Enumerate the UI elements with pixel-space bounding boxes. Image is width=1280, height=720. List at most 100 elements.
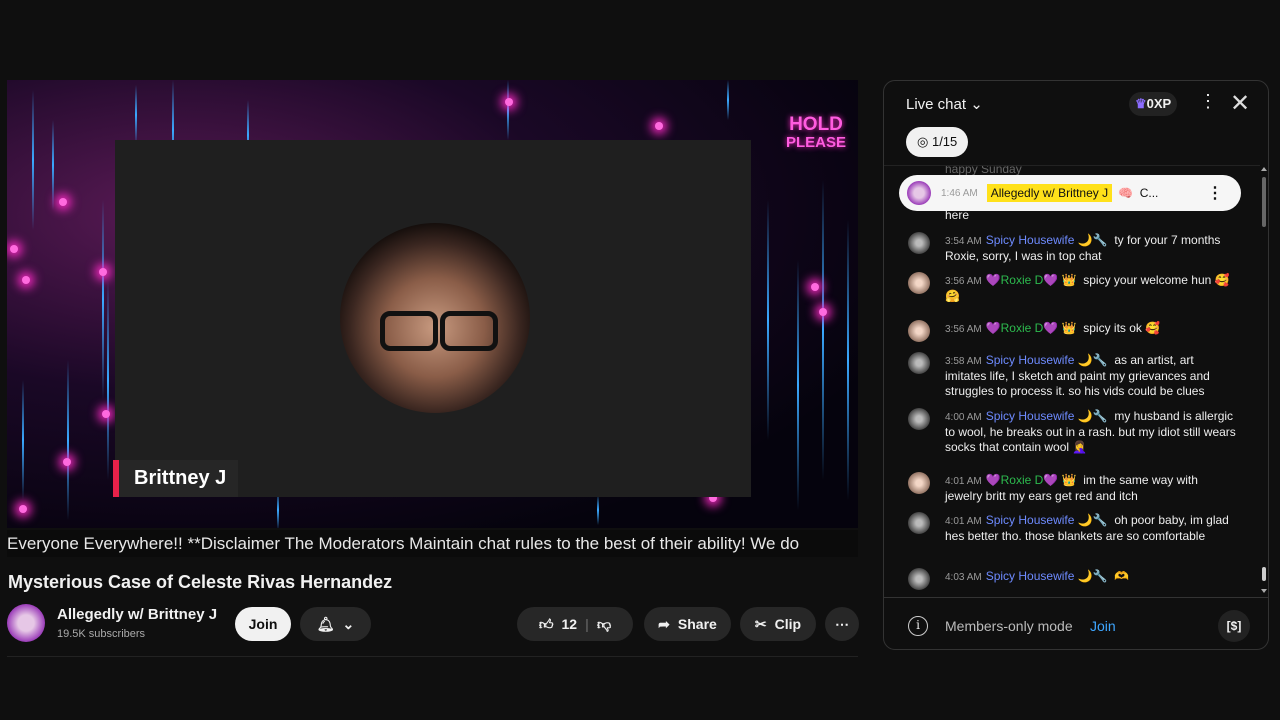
chat-message[interactable]: 4:00 AM Spicy Housewife 🌙🔧 my husband is … [908, 408, 1238, 455]
message-author[interactable]: Spicy Housewife [986, 233, 1075, 247]
like-count: 12 [561, 616, 578, 632]
like-dislike-group[interactable]: 👍︎ 12 | 👎︎ [517, 607, 633, 641]
chat-message[interactable]: 4:03 AM Spicy Housewife 🌙🔧 🫶 [908, 568, 1238, 590]
share-icon: ➦ [658, 615, 670, 632]
message-author[interactable]: Spicy Housewife [986, 409, 1075, 423]
message-time: 3:54 AM [945, 236, 982, 247]
pinned-avatar [907, 181, 931, 205]
light-dot [19, 505, 27, 513]
author-badges: 🌙🔧 [1077, 513, 1108, 527]
glasses-right [440, 311, 498, 351]
video-player[interactable]: HOLD PLEASE Brittney J [7, 80, 858, 528]
crown-icon: ♛ [1135, 96, 1147, 111]
message-time: 4:00 AM [945, 412, 982, 423]
join-button[interactable]: Join [235, 607, 291, 641]
light-dot [102, 410, 110, 418]
video-inner-frame [115, 140, 751, 497]
host-name-overlay: Brittney J [113, 460, 239, 497]
goal-progress: 1/15 [931, 134, 958, 149]
author-avatar [908, 512, 930, 534]
message-time: 3:58 AM [945, 356, 982, 367]
pinned-message[interactable]: 1:46 AM Allegedly w/ Brittney J 🧠 C... ⋮ [899, 175, 1241, 211]
light-dot [99, 268, 107, 276]
close-icon[interactable]: ✕ [1230, 89, 1250, 118]
pinned-menu-icon[interactable]: ⋮ [1207, 183, 1223, 203]
more-options-icon[interactable]: ⋮ [1199, 91, 1217, 112]
video-title: Mysterious Case of Celeste Rivas Hernand… [8, 572, 393, 592]
message-author[interactable]: Spicy Housewife [986, 569, 1075, 583]
thumbs-down-icon[interactable]: 👎︎ [597, 616, 611, 633]
notification-button[interactable]: 🔔︎ ⌄ [300, 607, 371, 641]
chevron-down-icon: ⌄ [970, 96, 983, 113]
more-actions-button[interactable]: ⋯ [825, 607, 859, 641]
pinned-author: Allegedly w/ Brittney J [986, 184, 1113, 202]
clip-button[interactable]: ✂ Clip [740, 607, 816, 641]
xp-badge[interactable]: ♛0XP [1129, 92, 1178, 116]
light-streak [597, 495, 599, 525]
author-badges: 🌙🔧 [1077, 409, 1108, 423]
chat-message[interactable]: 4:01 AM 💜Roxie D💜 👑 im the same way with … [908, 472, 1238, 504]
message-author[interactable]: Spicy Housewife [986, 513, 1075, 527]
author-badges: 👑 [1061, 321, 1077, 335]
chat-scrollbar[interactable] [1260, 165, 1268, 597]
chat-mode-selector[interactable]: Live chat ⌄ [906, 95, 983, 113]
chat-message[interactable]: 4:01 AM Spicy Housewife 🌙🔧 oh poor baby, … [908, 512, 1238, 544]
message-time: 3:56 AM [945, 324, 982, 335]
light-streak [32, 90, 34, 230]
message-time: 4:01 AM [945, 516, 982, 527]
author-badges: 👑 [1061, 473, 1077, 487]
light-streak [507, 80, 509, 140]
share-button[interactable]: ➦ Share [644, 607, 731, 641]
author-badges: 🌙🔧 [1077, 233, 1108, 247]
light-streak [67, 360, 69, 520]
message-text: 🫶 [1114, 569, 1130, 583]
light-dot [22, 276, 30, 284]
thumbs-up-icon[interactable]: 👍︎ [539, 616, 554, 633]
chat-join-link[interactable]: Join [1090, 618, 1116, 634]
light-streak [102, 200, 104, 400]
channel-name[interactable]: Allegedly w/ Brittney J [57, 606, 217, 623]
author-avatar [908, 568, 930, 590]
light-dot [505, 98, 513, 106]
message-author[interactable]: 💜Roxie D💜 [986, 273, 1059, 287]
chat-message[interactable]: 3:54 AM Spicy Housewife 🌙🔧 ty for your 7 … [908, 232, 1238, 264]
light-dot [819, 308, 827, 316]
message-time: 4:01 AM [945, 476, 982, 487]
light-streak [822, 180, 824, 480]
scissors-icon: ✂ [754, 615, 767, 632]
divider [7, 656, 858, 657]
author-avatar [908, 272, 930, 294]
light-dot [59, 198, 67, 206]
pinned-text: C... [1139, 186, 1159, 200]
chevron-down-icon: ⌄ [342, 615, 355, 632]
light-streak [767, 200, 769, 440]
author-avatar [908, 408, 930, 430]
hold-please-graphic: HOLD PLEASE [785, 114, 846, 151]
channel-avatar[interactable] [7, 604, 45, 642]
xp-value: 0XP [1146, 96, 1172, 111]
more-icon: ⋯ [835, 615, 849, 632]
target-icon: ◎ [917, 134, 929, 149]
super-chat-dollar-icon[interactable]: [$] [1218, 610, 1250, 642]
chat-message[interactable]: 3:56 AM 💜Roxie D💜 👑 spicy its ok 🥰 [908, 320, 1238, 342]
chat-footer: i Members-only mode Join [$] [884, 597, 1268, 649]
author-avatar [908, 352, 930, 374]
info-icon[interactable]: i [908, 616, 928, 636]
message-author[interactable]: 💜Roxie D💜 [986, 321, 1059, 335]
author-avatar [908, 472, 930, 494]
light-streak [727, 80, 729, 120]
brain-badge-icon: 🧠 [1118, 186, 1134, 200]
message-time: 4:03 AM [945, 572, 982, 583]
message-author[interactable]: 💜Roxie D💜 [986, 473, 1059, 487]
author-badges: 🌙🔧 [1077, 569, 1108, 583]
light-streak [107, 280, 109, 480]
chat-messages: happy Sunday here 3:54 AM Spicy Housewife… [884, 165, 1260, 597]
message-time: 3:56 AM [945, 276, 982, 287]
chat-message[interactable]: 3:58 AM Spicy Housewife 🌙🔧 as an artist, … [908, 352, 1238, 399]
message-author[interactable]: Spicy Housewife [986, 353, 1075, 367]
chat-message[interactable]: 3:56 AM 💜Roxie D💜 👑 spicy your welcome hu… [908, 272, 1238, 304]
light-streak [52, 120, 54, 210]
chat-title: Live chat [906, 96, 967, 113]
goal-chip[interactable]: ◎ 1/15 [906, 127, 969, 157]
clip-label: Clip [774, 616, 802, 632]
